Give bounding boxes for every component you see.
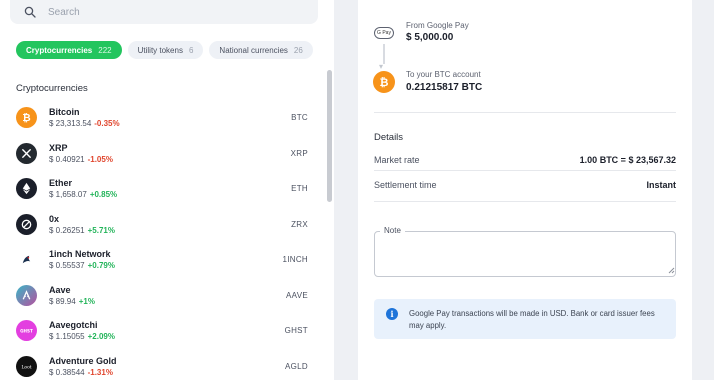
coin-list: ₿ Bitcoin $ 23,313.54 -0.35% BTC XRP $ 0.… [0, 100, 322, 380]
coin-price: $ 0.55537 [49, 261, 85, 271]
bitcoin-icon: ₿ [16, 107, 37, 129]
divider [374, 112, 676, 113]
coin-ticker: 1INCH [282, 255, 308, 265]
adventure-gold-icon: Loot [16, 355, 37, 377]
coin-change: +0.79% [87, 261, 115, 271]
coin-price: $ 0.40921 [49, 154, 85, 164]
google-pay-badge-text: G Pay [377, 30, 391, 36]
coin-row-xrp[interactable]: XRP $ 0.40921 -1.05% XRP [0, 136, 322, 172]
info-text: Google Pay transactions will be made in … [409, 309, 655, 330]
coin-ticker: ZRX [291, 219, 308, 229]
search-placeholder: Search [48, 6, 80, 18]
resize-handle-icon[interactable] [667, 266, 675, 274]
asset-selector-panel: Search Cryptocurrencies 222 Utility toke… [0, 0, 334, 380]
coin-price: $ 0.38544 [49, 367, 85, 377]
category-tabs: Cryptocurrencies 222 Utility tokens 6 Na… [16, 41, 313, 59]
from-label: From Google Pay [406, 21, 469, 30]
arrow-down-icon: ▾ [379, 62, 384, 71]
xrp-icon [16, 142, 37, 164]
tab-label: Cryptocurrencies [26, 45, 93, 55]
tab-label: Utility tokens [137, 45, 183, 55]
tab-national-currencies[interactable]: National currencies 26 [209, 41, 313, 59]
settlement-time-label: Settlement time [374, 180, 437, 190]
note-label: Note [380, 226, 405, 235]
coin-ticker: ETH [291, 184, 308, 194]
aavegotchi-icon: GHST [16, 320, 37, 342]
tab-utility-tokens[interactable]: Utility tokens 6 [127, 41, 204, 59]
coin-ticker: AAVE [286, 290, 308, 300]
coin-price: $ 23,313.54 [49, 119, 92, 129]
list-scrollbar[interactable] [327, 70, 332, 202]
coin-name: 1inch Network [49, 249, 111, 260]
tab-count: 6 [188, 45, 194, 55]
to-label: To your BTC account [406, 70, 481, 79]
to-amount: 0.21215817 BTC [406, 82, 483, 93]
coin-change: +5.71% [87, 225, 115, 235]
coin-name: 0x [49, 213, 60, 224]
flow-connector [383, 44, 385, 64]
coin-name: Aave [49, 284, 71, 295]
divider [374, 201, 676, 202]
coin-row-0x[interactable]: 0x $ 0.26251 +5.71% ZRX [0, 207, 322, 243]
coin-change: -1.31% [87, 367, 113, 377]
details-title: Details [374, 132, 404, 143]
coin-price: $ 1.15055 [49, 332, 85, 342]
settlement-time-value: Instant [646, 180, 676, 190]
market-rate-label: Market rate [374, 155, 420, 165]
coin-row-bitcoin[interactable]: ₿ Bitcoin $ 23,313.54 -0.35% BTC [0, 100, 322, 136]
bitcoin-icon: ₿ [373, 71, 395, 93]
svg-text:Loot: Loot [21, 365, 31, 370]
coin-change: +2.09% [87, 332, 115, 342]
google-pay-icon: G Pay [374, 27, 394, 39]
info-icon: i [386, 308, 398, 320]
coin-name: Adventure Gold [49, 355, 117, 366]
search-input[interactable]: Search [10, 0, 318, 24]
svg-text:₿: ₿ [380, 76, 389, 89]
coin-price: $ 89.94 [49, 296, 76, 306]
tab-count: 222 [98, 45, 112, 55]
coin-ticker: GHST [284, 326, 308, 336]
note-field[interactable] [374, 231, 676, 277]
coin-name: Aavegotchi [49, 320, 98, 331]
svg-text:₿: ₿ [22, 112, 30, 124]
list-title: Cryptocurrencies [16, 83, 88, 94]
coin-price: $ 1,658.07 [49, 190, 87, 200]
market-rate-value: 1.00 BTC = $ 23,567.32 [579, 155, 676, 165]
ether-icon [16, 178, 37, 200]
coin-row-aavegotchi[interactable]: GHST Aavegotchi $ 1.15055 +2.09% GHST [0, 313, 322, 349]
zerox-icon [16, 213, 37, 235]
coin-price: $ 0.26251 [49, 225, 85, 235]
coin-ticker: XRP [290, 148, 308, 158]
coin-change: -0.35% [94, 119, 120, 129]
tab-cryptocurrencies[interactable]: Cryptocurrencies 222 [16, 41, 122, 59]
coin-name: Bitcoin [49, 107, 80, 118]
svg-text:GHST: GHST [20, 329, 33, 334]
coin-name: XRP [49, 142, 68, 153]
aave-icon [16, 284, 37, 306]
tab-label: National currencies [219, 45, 288, 55]
from-amount: $ 5,000.00 [406, 32, 454, 43]
coin-row-aave[interactable]: Aave $ 89.94 +1% AAVE [0, 278, 322, 314]
transfer-summary-panel: G Pay From Google Pay $ 5,000.00 ▾ ₿ To … [358, 0, 692, 380]
coin-row-1inch[interactable]: 1inch Network $ 0.55537 +0.79% 1INCH [0, 242, 322, 278]
coin-row-ether[interactable]: Ether $ 1,658.07 +0.85% ETH [0, 171, 322, 207]
tab-count: 26 [293, 45, 303, 55]
coin-name: Ether [49, 178, 73, 189]
coin-ticker: BTC [291, 113, 308, 123]
coin-change: +1% [78, 296, 95, 306]
coin-change: +0.85% [89, 190, 118, 200]
coin-change: -1.05% [87, 154, 113, 164]
search-icon [24, 6, 36, 18]
oneinch-icon [16, 249, 37, 271]
info-notice: i Google Pay transactions will be made i… [374, 299, 676, 339]
divider [374, 170, 676, 171]
coin-ticker: AGLD [285, 361, 308, 371]
coin-row-adventure-gold[interactable]: Loot Adventure Gold $ 0.38544 -1.31% AGLD [0, 349, 322, 380]
